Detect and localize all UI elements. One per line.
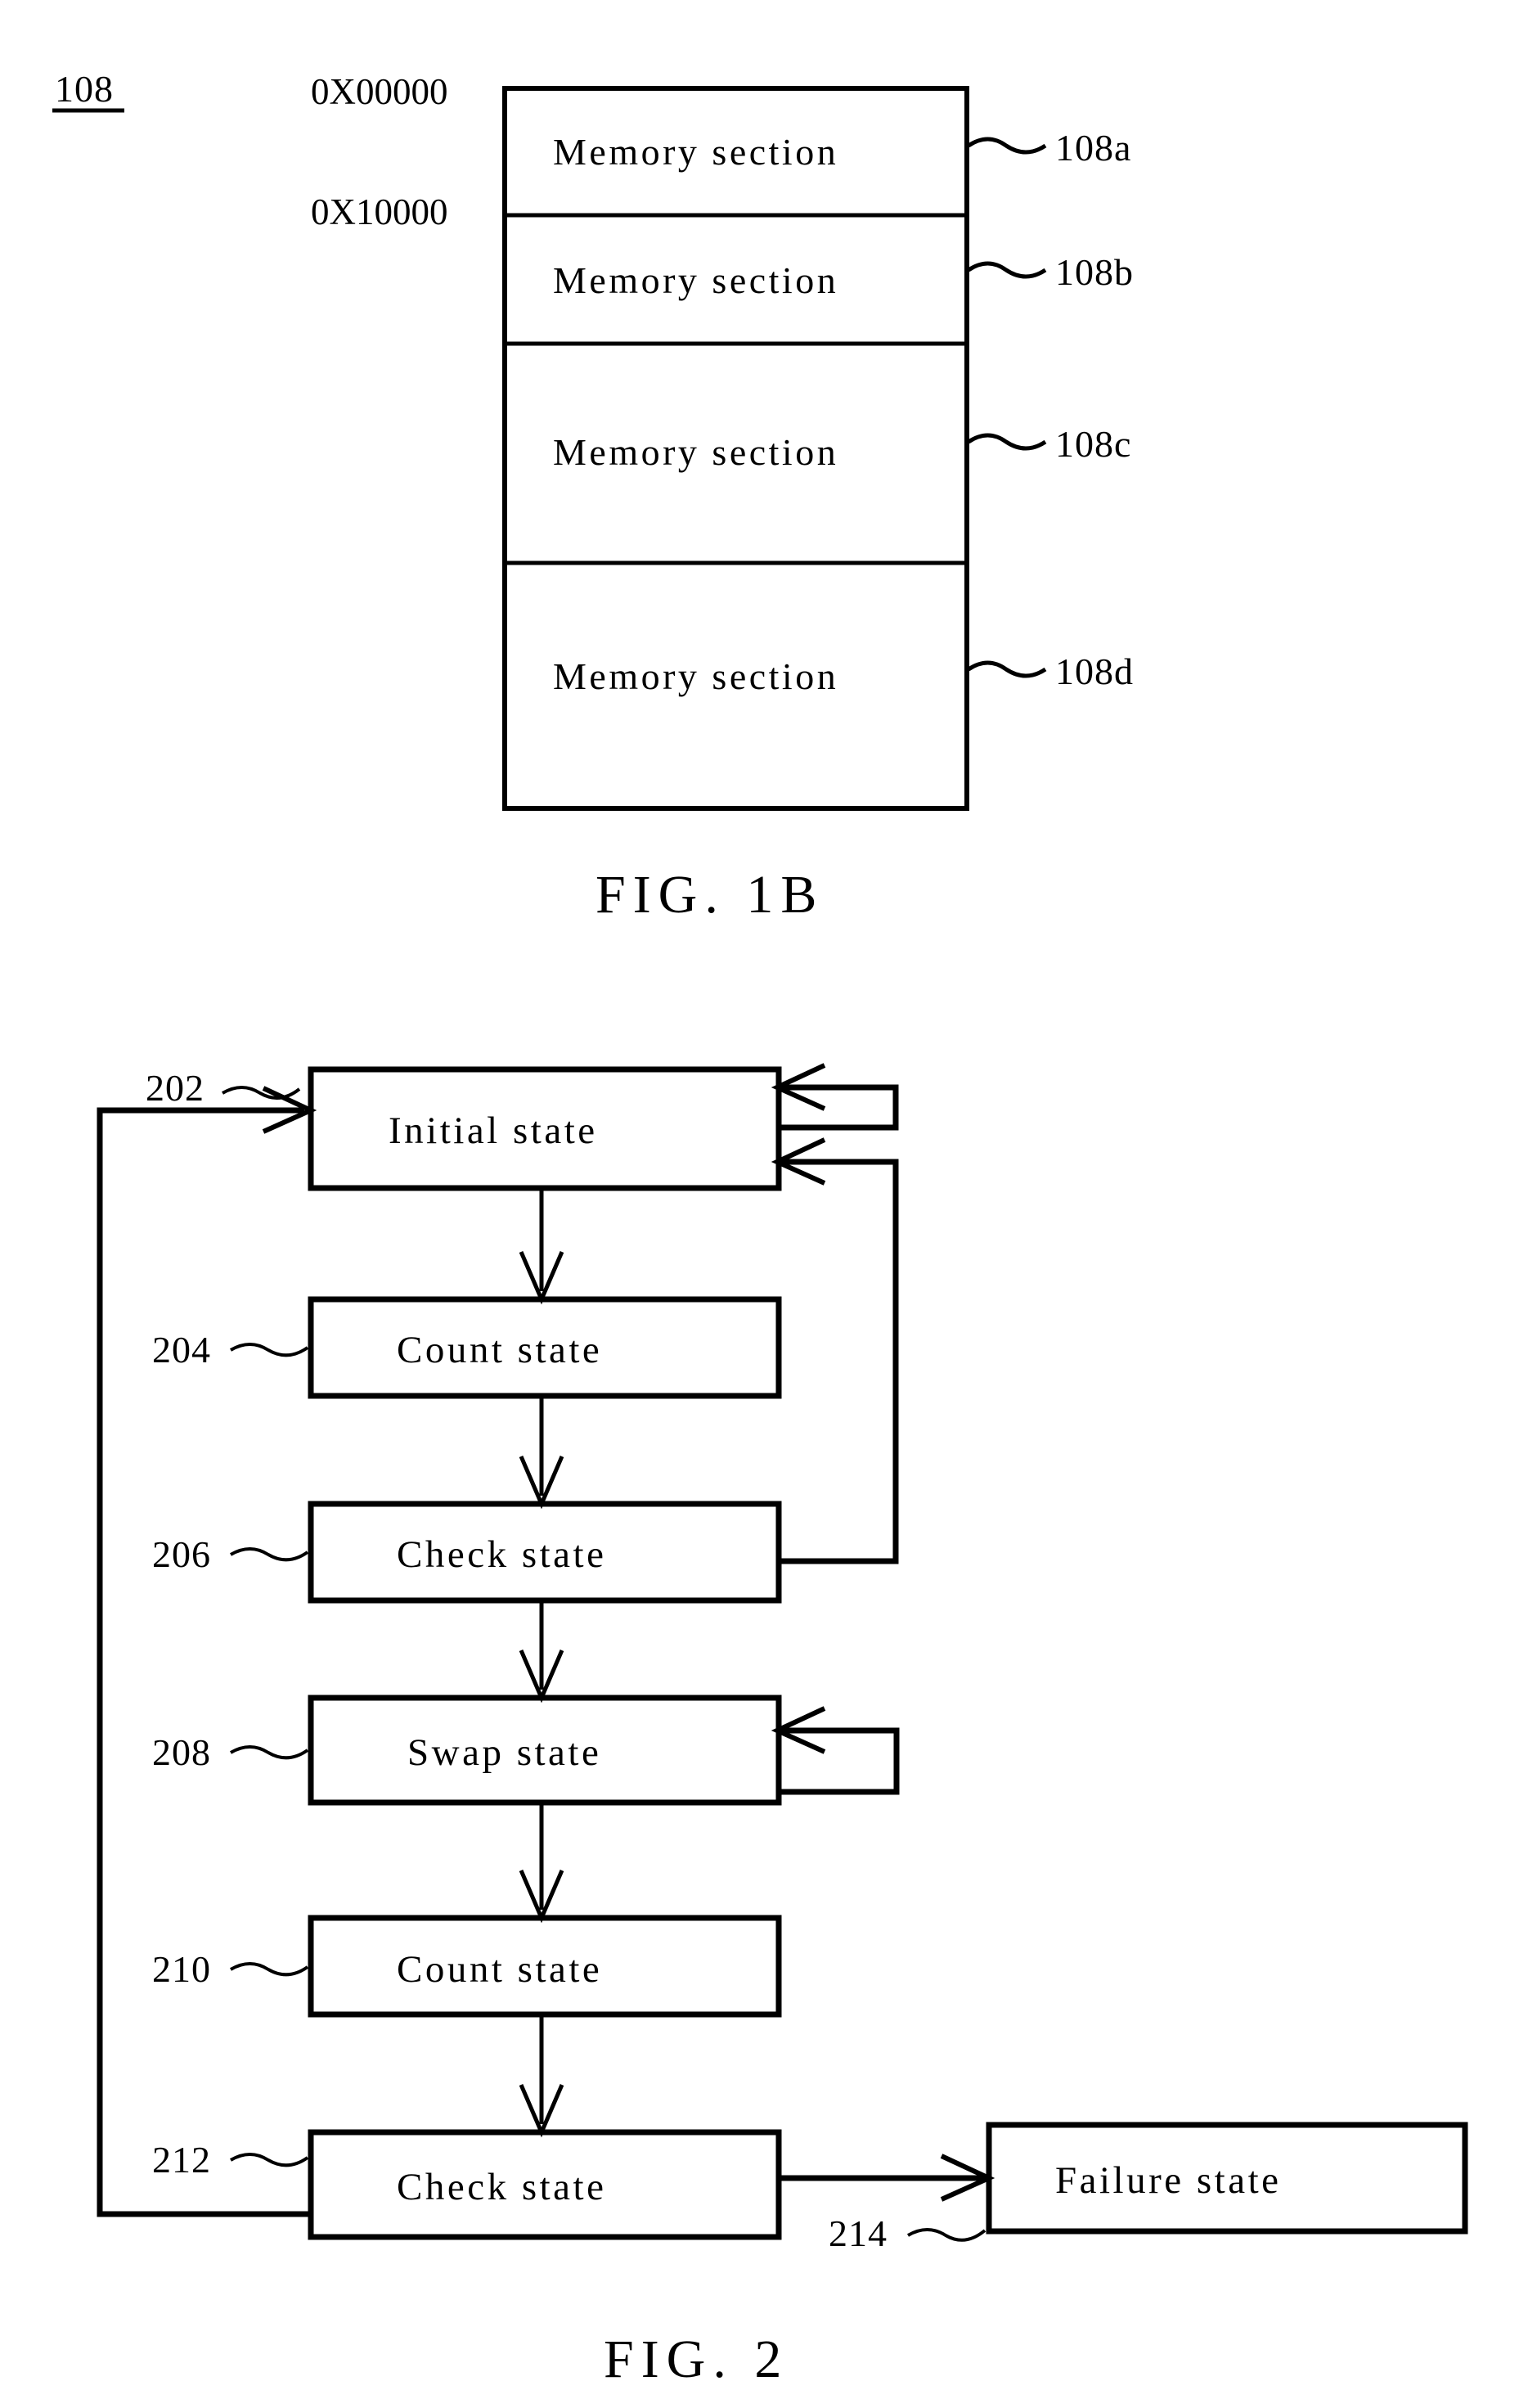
page-background xyxy=(0,0,1519,2408)
figure-2-caption: FIG. 2 xyxy=(604,2329,789,2389)
memory-section-label-2: Memory section xyxy=(553,431,838,473)
memory-section-label-1: Memory section xyxy=(553,259,838,301)
memory-section-ref-0: 108a xyxy=(1055,127,1131,169)
figure-1b-diagram-ref: 108 xyxy=(55,68,114,110)
address-label-1: 0X10000 xyxy=(311,191,448,232)
patent-drawing-sheet: 108 0X00000 0X10000 Memory section Memor… xyxy=(0,0,1519,2408)
state-ref-204: 204 xyxy=(152,1329,211,1371)
state-ref-202: 202 xyxy=(146,1067,204,1109)
state-label-204: Count state xyxy=(397,1329,602,1371)
state-label-202: Initial state xyxy=(389,1109,598,1152)
state-ref-214: 214 xyxy=(829,2212,888,2254)
state-label-214: Failure state xyxy=(1055,2159,1282,2202)
state-label-208: Swap state xyxy=(407,1731,601,1774)
memory-section-ref-1: 108b xyxy=(1055,251,1134,293)
state-label-212: Check state xyxy=(397,2166,606,2208)
memory-section-label-3: Memory section xyxy=(553,655,838,697)
address-label-0: 0X00000 xyxy=(311,71,448,112)
state-ref-206: 206 xyxy=(152,1533,211,1575)
memory-section-ref-2: 108c xyxy=(1055,423,1131,465)
state-label-210: Count state xyxy=(397,1948,602,1991)
memory-section-ref-3: 108d xyxy=(1055,650,1134,692)
figure-1b-caption: FIG. 1B xyxy=(595,865,824,925)
state-ref-208: 208 xyxy=(152,1731,211,1773)
memory-section-label-0: Memory section xyxy=(553,131,838,173)
figures-canvas: 108 0X00000 0X10000 Memory section Memor… xyxy=(0,0,1519,2408)
state-ref-212: 212 xyxy=(152,2139,211,2181)
state-ref-210: 210 xyxy=(152,1948,211,1990)
state-label-206: Check state xyxy=(397,1533,606,1576)
